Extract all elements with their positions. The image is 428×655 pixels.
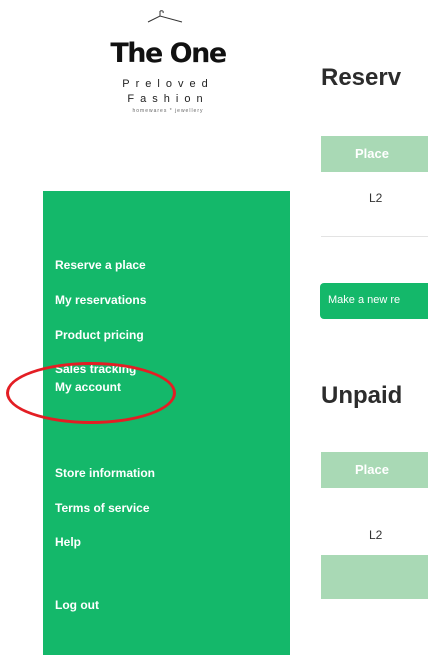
logo-subtitle-preloved: Preloved: [122, 78, 214, 90]
logo-tagline: homewares * jewellery: [132, 108, 204, 114]
reservations-table-header: Place: [321, 136, 428, 172]
unpaid-table-footer: [321, 555, 428, 599]
logo-subtitle-fashion: Fashion: [127, 93, 209, 105]
unpaid-table-header: Place: [321, 452, 428, 488]
sidebar-item-reserve-a-place[interactable]: Reserve a place: [55, 258, 146, 272]
logo-title: The One: [110, 38, 227, 69]
sidebar-item-help[interactable]: Help: [55, 535, 81, 549]
reservations-cell-place: L2: [369, 191, 383, 205]
make-new-reservation-label: Make a new re: [328, 294, 401, 306]
unpaid-cell-place: L2: [369, 528, 383, 542]
annotation-circle: [6, 362, 176, 424]
table-divider: [321, 236, 428, 237]
sidebar-item-log-out[interactable]: Log out: [55, 598, 99, 612]
make-new-reservation-button[interactable]: Make a new re: [320, 283, 428, 319]
reservations-heading: Reserv: [321, 64, 402, 91]
column-header-place: Place: [355, 146, 389, 161]
store-logo: The One Preloved Fashion homewares * jew…: [80, 8, 256, 123]
column-header-place: Place: [355, 462, 389, 477]
sidebar-item-store-information[interactable]: Store information: [55, 466, 155, 480]
hanger-icon: [147, 10, 183, 23]
sidebar-item-product-pricing[interactable]: Product pricing: [55, 328, 144, 342]
sidebar-item-my-reservations[interactable]: My reservations: [55, 293, 146, 307]
sidebar-item-terms-of-service[interactable]: Terms of service: [55, 501, 150, 515]
unpaid-heading: Unpaid: [321, 382, 403, 409]
